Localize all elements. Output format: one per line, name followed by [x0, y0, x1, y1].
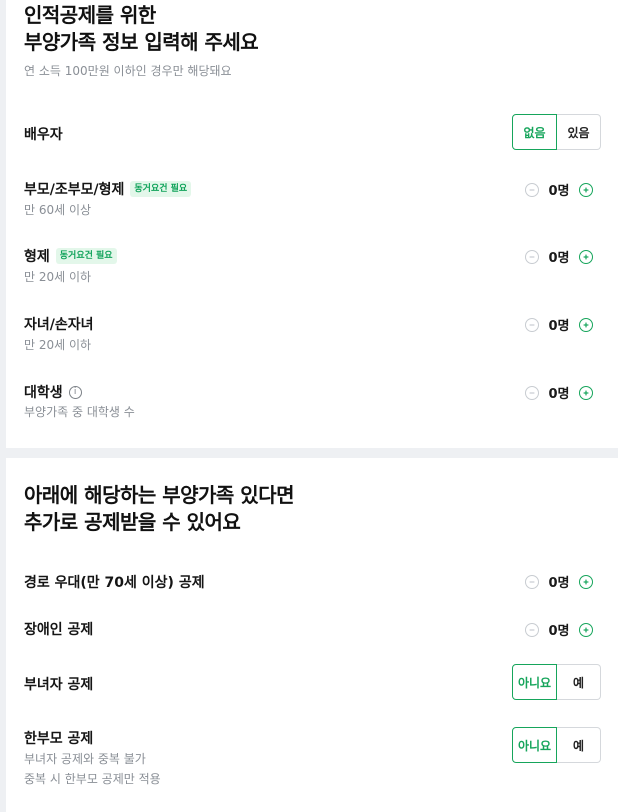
minus-icon[interactable]: [525, 622, 539, 637]
section1-subtitle: 연 소득 100만원 이하인 경우만 해당돼요: [24, 64, 232, 78]
students-stepper: 0명: [525, 383, 593, 402]
students-label: 대학생 i: [24, 382, 82, 402]
spouse-label: 배우자: [24, 127, 63, 143]
spouse-option-none[interactable]: 없음: [512, 114, 557, 150]
spouse-toggle: 없음 있음: [512, 114, 601, 150]
single-parent-toggle: 아니요 예: [512, 727, 601, 763]
siblings-label: 형제 동거요건 필요: [24, 246, 117, 266]
siblings-desc: 만 20세 이하: [24, 270, 92, 284]
plus-icon[interactable]: [579, 385, 593, 400]
plus-icon[interactable]: [579, 249, 593, 264]
children-count: 0명: [548, 319, 570, 334]
elderly-count: 0명: [548, 576, 570, 591]
minus-icon[interactable]: [525, 385, 539, 400]
female-head-option-no[interactable]: 아니요: [512, 664, 557, 700]
left-edge: [0, 0, 6, 812]
plus-icon[interactable]: [579, 574, 593, 589]
parents-label-text: 부모/조부모/형제: [24, 182, 125, 198]
elderly-stepper: 0명: [525, 572, 593, 591]
disabled-count: 0명: [548, 624, 570, 639]
minus-icon[interactable]: [525, 182, 539, 197]
female-head-option-yes[interactable]: 예: [557, 664, 601, 700]
spouse-option-yes[interactable]: 있음: [557, 114, 601, 150]
section2-title: 아래에 해당하는 부양가족 있다면 추가로 공제받을 수 있어요: [24, 483, 295, 534]
children-desc: 만 20세 이하: [24, 338, 92, 352]
students-count: 0명: [548, 387, 570, 402]
parents-desc: 만 60세 이상: [24, 203, 92, 217]
children-label: 자녀/손자녀: [24, 317, 94, 333]
female-head-toggle: 아니요 예: [512, 664, 601, 700]
single-parent-option-yes[interactable]: 예: [557, 727, 601, 763]
minus-icon[interactable]: [525, 317, 539, 332]
parents-count: 0명: [548, 184, 570, 199]
parents-stepper: 0명: [525, 180, 593, 199]
plus-icon[interactable]: [579, 182, 593, 197]
single-parent-label: 한부모 공제: [24, 731, 94, 747]
info-icon[interactable]: i: [68, 385, 82, 399]
female-head-label: 부녀자 공제: [24, 677, 94, 693]
minus-icon[interactable]: [525, 574, 539, 589]
students-label-text: 대학생: [24, 385, 63, 401]
children-stepper: 0명: [525, 315, 593, 334]
plus-icon[interactable]: [579, 317, 593, 332]
section1-title: 인적공제를 위한 부양가족 정보 입력해 주세요: [24, 3, 259, 54]
single-parent-desc: 부녀자 공제와 중복 불가 중복 시 한부모 공제만 적용: [24, 752, 161, 786]
single-parent-option-no[interactable]: 아니요: [512, 727, 557, 763]
minus-icon[interactable]: [525, 249, 539, 264]
plus-icon[interactable]: [579, 622, 593, 637]
cohabitation-badge: 동거요건 필요: [130, 181, 192, 197]
section-divider: [0, 448, 618, 458]
students-desc: 부양가족 중 대학생 수: [24, 405, 135, 419]
cohabitation-badge: 동거요건 필요: [55, 248, 117, 264]
siblings-label-text: 형제: [24, 249, 50, 265]
disabled-stepper: 0명: [525, 620, 593, 639]
disabled-label: 장애인 공제: [24, 622, 94, 638]
parents-label: 부모/조부모/형제 동거요건 필요: [24, 179, 192, 199]
siblings-stepper: 0명: [525, 247, 593, 266]
siblings-count: 0명: [548, 251, 570, 266]
elderly-label: 경로 우대(만 70세 이상) 공제: [24, 575, 205, 591]
